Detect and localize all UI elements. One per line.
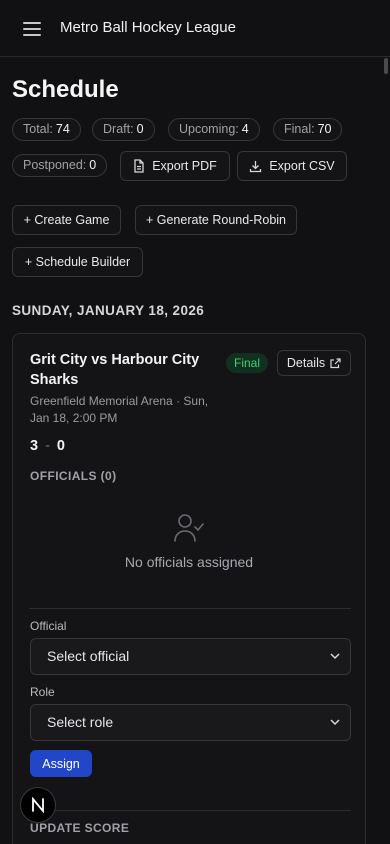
role-field-label: Role xyxy=(30,685,55,699)
assign-button[interactable]: Assign xyxy=(30,750,92,777)
officials-heading: OFFICIALS (0) xyxy=(30,469,117,483)
create-game-button[interactable]: + Create Game xyxy=(12,205,121,235)
nextjs-devtools-button[interactable] xyxy=(20,787,56,823)
app-header: Metro Ball Hockey League xyxy=(0,0,390,57)
stat-label: Draft: xyxy=(103,122,134,136)
hamburger-menu-icon[interactable] xyxy=(22,20,42,38)
stat-final: Final: 70 xyxy=(273,118,343,141)
stat-label: Final: xyxy=(284,122,315,136)
export-csv-label: Export CSV xyxy=(269,159,335,173)
no-officials-text: No officials assigned xyxy=(124,554,254,570)
official-select-value: Select official xyxy=(47,648,130,664)
generate-round-robin-button[interactable]: + Generate Round-Robin xyxy=(135,205,297,235)
export-csv-button[interactable]: Export CSV xyxy=(237,151,347,181)
export-pdf-button[interactable]: Export PDF xyxy=(120,151,230,181)
chevron-down-icon xyxy=(330,719,340,726)
game-score: 3-0 xyxy=(30,438,65,454)
stat-total: Total: 74 xyxy=(12,118,81,141)
divider xyxy=(29,810,351,811)
stat-upcoming: Upcoming: 4 xyxy=(168,118,260,141)
game-title: Grit City vs Harbour City Sharks xyxy=(30,352,200,388)
stat-value: 4 xyxy=(241,122,249,136)
export-pdf-label: Export PDF xyxy=(152,159,217,173)
game-card: Grit City vs Harbour City Sharks Greenfi… xyxy=(12,333,366,844)
stat-value: 0 xyxy=(89,158,97,172)
divider xyxy=(29,608,351,609)
score-separator: - xyxy=(45,438,50,454)
download-icon xyxy=(250,160,262,172)
game-venue-time: Greenfield Memorial Arena · Sun, Jan 18,… xyxy=(30,394,209,425)
stat-label: Upcoming: xyxy=(179,122,239,136)
role-select-value: Select role xyxy=(47,714,114,730)
stat-draft: Draft: 0 xyxy=(92,118,155,141)
stat-value: 0 xyxy=(136,122,144,136)
external-link-icon xyxy=(330,357,341,368)
details-button[interactable]: Details xyxy=(277,350,351,376)
official-field-label: Official xyxy=(30,619,67,633)
document-icon xyxy=(134,159,144,173)
stat-value: 70 xyxy=(317,122,332,136)
stat-label: Postponed: xyxy=(23,158,87,172)
details-label: Details xyxy=(286,356,326,370)
n-logo-icon xyxy=(32,797,44,813)
status-badge: Final xyxy=(226,353,269,373)
stat-value: 74 xyxy=(55,122,70,136)
update-score-heading: UPDATE SCORE xyxy=(30,821,130,835)
date-heading: SUNDAY, JANUARY 18, 2026 xyxy=(12,303,205,318)
stat-label: Total: xyxy=(23,122,53,136)
user-check-icon xyxy=(174,514,204,542)
score-home: 3 xyxy=(30,438,39,454)
score-away: 0 xyxy=(56,438,65,454)
chevron-down-icon xyxy=(330,653,340,660)
schedule-builder-button[interactable]: + Schedule Builder xyxy=(12,247,143,277)
page-title: Schedule xyxy=(12,76,119,103)
app-title: Metro Ball Hockey League xyxy=(60,19,236,36)
role-select[interactable]: Select role xyxy=(30,704,351,741)
official-select[interactable]: Select official xyxy=(30,638,351,675)
stat-postponed: Postponed: 0 xyxy=(12,154,108,177)
scrollbar-thumb[interactable] xyxy=(384,58,388,74)
